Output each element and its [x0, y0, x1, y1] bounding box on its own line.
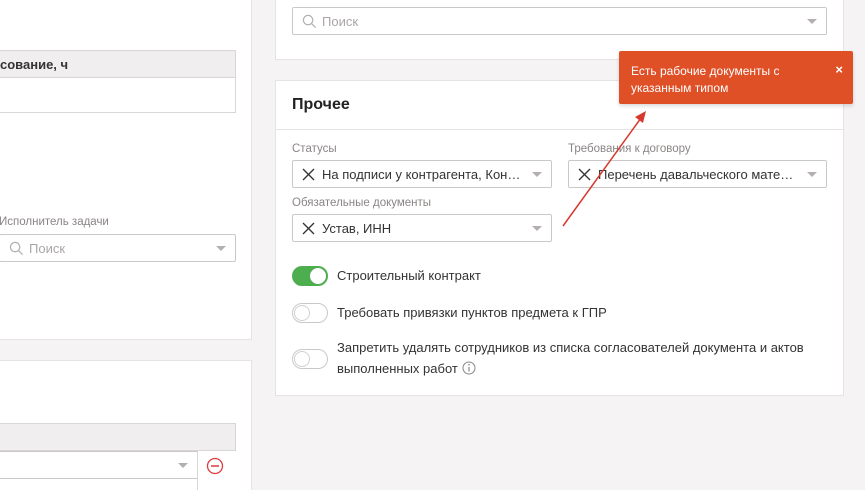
statuses-value: На подписи у контрагента, Контрагент — [322, 167, 523, 182]
toggle-forbid-delete-label: Запретить удалять сотрудников из списка … — [337, 337, 827, 379]
toggle-require-gpr-label: Требовать привязки пунктов предмета к ГП… — [337, 305, 607, 320]
clear-icon[interactable] — [302, 168, 315, 181]
chevron-down-icon — [807, 172, 817, 177]
table-header: сование, ч — [0, 50, 236, 78]
clear-icon[interactable] — [578, 168, 591, 181]
required-docs-value: Устав, ИНН — [322, 221, 392, 236]
chevron-down-icon — [532, 172, 542, 177]
required-docs-label: Обязательные документы — [292, 197, 432, 209]
remove-icon[interactable] — [206, 457, 224, 475]
info-icon[interactable] — [462, 361, 476, 375]
search-placeholder: Поиск — [322, 14, 359, 29]
toggle-forbid-delete[interactable] — [292, 349, 328, 369]
chevron-down-icon — [532, 226, 542, 231]
toggle-construction-contract-label: Строительный контракт — [337, 268, 481, 283]
chevron-down-icon — [216, 246, 226, 251]
contract-req-label: Требования к договору — [568, 143, 691, 155]
contract-req-select[interactable]: Перечень давальческого материала — [568, 160, 827, 188]
section-divider — [276, 129, 843, 130]
toggle-knob — [294, 305, 310, 321]
assignee-placeholder: Поиск — [29, 241, 66, 256]
search-select[interactable]: Поиск — [292, 7, 827, 35]
assignee-select[interactable]: Поиск — [0, 234, 236, 262]
row-select[interactable] — [0, 451, 198, 479]
section-title: Прочее — [292, 96, 350, 113]
contract-req-value: Перечень давальческого материала — [598, 167, 798, 182]
table-divider — [197, 450, 198, 490]
statuses-select[interactable]: На подписи у контрагента, Контрагент — [292, 160, 552, 188]
required-docs-select[interactable]: Устав, ИНН — [292, 214, 552, 242]
toast-message: Есть рабочие документы с указанным типом — [631, 64, 780, 95]
statuses-label: Статусы — [292, 143, 337, 155]
toggle-construction-contract[interactable] — [292, 266, 328, 286]
table-header — [0, 423, 236, 451]
clear-icon[interactable] — [302, 222, 315, 235]
error-toast: Есть рабочие документы с указанным типом… — [619, 51, 853, 104]
toggle-require-gpr[interactable] — [292, 303, 328, 323]
toggle-knob — [294, 351, 310, 367]
toggle-forbid-delete-text: Запретить удалять сотрудников из списка … — [337, 340, 804, 376]
close-icon[interactable]: × — [835, 62, 843, 77]
assignee-label: Исполнитель задачи — [0, 216, 109, 228]
search-icon — [302, 14, 317, 29]
chevron-down-icon — [807, 19, 817, 24]
left-top-panel: сование, ч Исполнитель задачи Поиск — [0, 0, 252, 340]
search-icon — [9, 241, 24, 256]
chevron-down-icon — [178, 463, 188, 468]
table-header-label: сование, ч — [0, 57, 69, 72]
other-section: Прочее Статусы На подписи у контрагента,… — [275, 80, 844, 396]
toggle-knob — [310, 268, 326, 284]
table-row[interactable] — [0, 78, 236, 113]
